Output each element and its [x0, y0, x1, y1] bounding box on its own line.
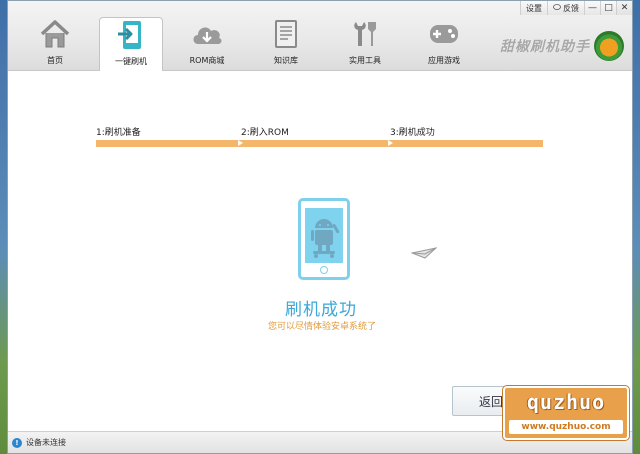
- minimize-button[interactable]: —: [584, 1, 600, 15]
- paper-plane-icon: [410, 245, 438, 264]
- brand-logo-icon: [594, 31, 624, 61]
- flash-icon: [113, 18, 149, 52]
- maximize-button[interactable]: □: [600, 1, 616, 15]
- feedback-icon: [553, 2, 561, 15]
- progress-bar: [96, 140, 543, 147]
- watermark-logo-text: quzhuo: [526, 390, 606, 414]
- header-bar: 设置 反馈 — □ ✕ 首页 一键刷机 ROM商城 知识库 实用工具 应用游戏 …: [8, 1, 632, 72]
- brand-name: 甜椒刷机助手: [500, 39, 590, 55]
- nav-item-label: 一键刷机: [115, 57, 147, 66]
- nav-item-games[interactable]: 应用游戏: [409, 17, 479, 71]
- minimize-icon: —: [588, 2, 597, 13]
- nav-item-flash[interactable]: 一键刷机: [99, 17, 163, 72]
- step-label: 1:刷机准备: [96, 128, 141, 138]
- cloud-download-icon: [189, 17, 225, 51]
- device-status: 设备未连接: [26, 438, 66, 447]
- close-icon: ✕: [620, 2, 629, 13]
- nav-item-label: 实用工具: [349, 56, 381, 65]
- android-robot-icon: [311, 219, 340, 258]
- document-icon: [268, 17, 304, 51]
- phone-screen: [305, 208, 343, 263]
- nav-item-label: 应用游戏: [428, 56, 460, 65]
- success-title: 刷机成功: [285, 300, 357, 320]
- nav-item-knowledge[interactable]: 知识库: [251, 17, 321, 71]
- system-buttons: 设置 反馈 — □ ✕: [520, 1, 632, 15]
- step-separator: [388, 140, 393, 146]
- watermark: quzhuo www.quzhuo.com: [503, 386, 629, 440]
- home-icon: [37, 17, 73, 51]
- close-button[interactable]: ✕: [616, 1, 632, 15]
- step-separator: [238, 140, 243, 146]
- main-content: 1:刷机准备 2:刷入ROM 3:刷机成功 刷机成功 您可以尽情体验安卓系统了 …: [8, 71, 632, 433]
- nav-item-rom-store[interactable]: ROM商城: [172, 17, 242, 71]
- success-subtitle: 您可以尽情体验安卓系统了: [268, 322, 377, 332]
- phone-illustration: [298, 198, 350, 280]
- phone-home-button: [320, 266, 328, 274]
- progress-steps: 1:刷机准备 2:刷入ROM 3:刷机成功: [96, 125, 543, 147]
- info-icon: !: [12, 437, 22, 448]
- nav-item-home[interactable]: 首页: [20, 17, 90, 71]
- feedback-button[interactable]: 反馈: [547, 1, 584, 15]
- nav-item-label: ROM商城: [189, 56, 225, 65]
- settings-label: 设置: [526, 3, 542, 13]
- step-label: 3:刷机成功: [390, 128, 435, 138]
- desktop-background-right: [632, 0, 640, 454]
- step-label: 2:刷入ROM: [241, 128, 289, 138]
- feedback-label: 反馈: [563, 3, 579, 13]
- back-button-label: 返回: [479, 394, 504, 409]
- watermark-url: www.quzhuo.com: [509, 420, 623, 434]
- brand: 甜椒刷机助手: [500, 31, 624, 61]
- main-nav: 首页 一键刷机 ROM商城 知识库 实用工具 应用游戏: [20, 17, 488, 72]
- nav-item-label: 首页: [47, 56, 63, 65]
- nav-item-tools[interactable]: 实用工具: [330, 17, 400, 71]
- nav-item-label: 知识库: [274, 56, 298, 65]
- gamepad-icon: [426, 17, 462, 51]
- tools-icon: [347, 17, 383, 51]
- maximize-icon: □: [604, 2, 613, 13]
- settings-button[interactable]: 设置: [520, 1, 547, 15]
